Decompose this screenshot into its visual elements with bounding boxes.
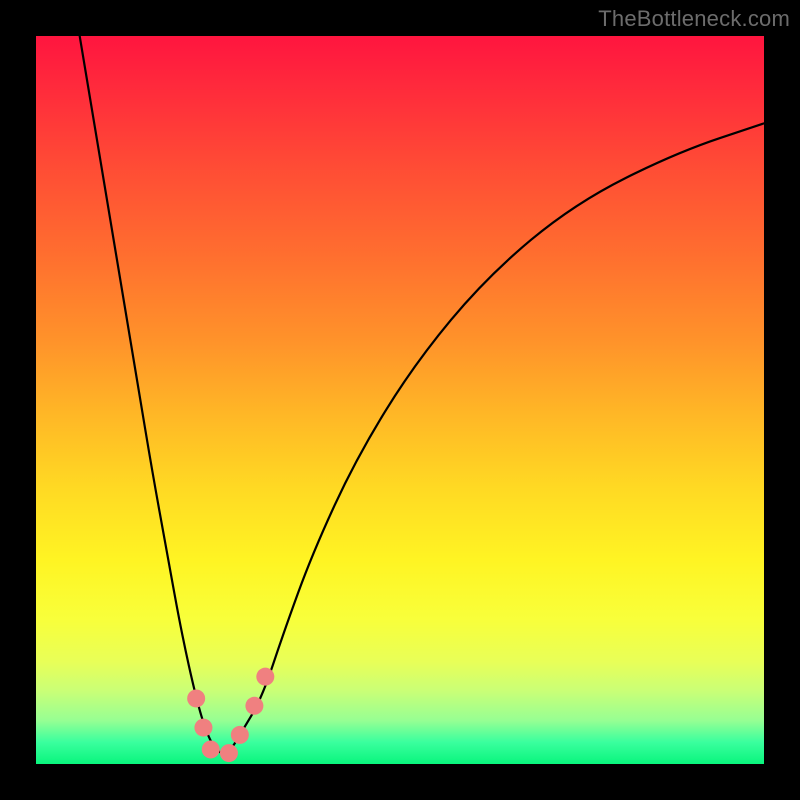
curve-marker: [256, 668, 274, 686]
watermark-text: TheBottleneck.com: [598, 6, 790, 32]
curve-layer: [36, 36, 764, 764]
curve-marker: [231, 726, 249, 744]
curve-marker: [194, 719, 212, 737]
bottleneck-curve: [80, 36, 764, 753]
curve-marker: [220, 744, 238, 762]
curve-marker: [245, 697, 263, 715]
plot-area: [36, 36, 764, 764]
chart-frame: TheBottleneck.com: [0, 0, 800, 800]
curve-marker: [202, 740, 220, 758]
curve-marker: [187, 689, 205, 707]
